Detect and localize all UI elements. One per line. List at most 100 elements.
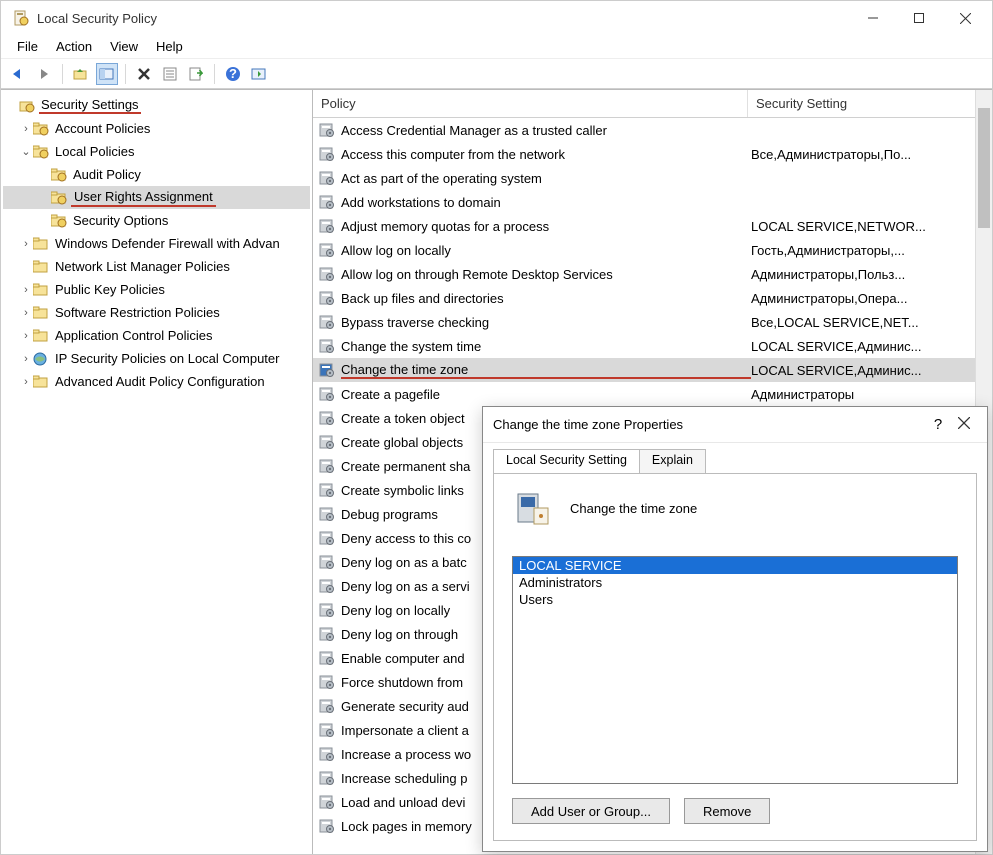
help-button[interactable]: ? [222, 63, 244, 85]
menu-help[interactable]: Help [148, 37, 191, 56]
column-policy[interactable]: Policy [313, 92, 747, 115]
menu-file[interactable]: File [9, 37, 46, 56]
tree-item-label: Advanced Audit Policy Configuration [53, 374, 267, 389]
chevron-right-icon[interactable]: › [19, 284, 33, 296]
policy-icon [319, 194, 335, 210]
tab-local-security-setting[interactable]: Local Security Setting [493, 449, 640, 473]
policy-row[interactable]: Back up files and directoriesАдминистрат… [313, 286, 992, 310]
forward-button[interactable] [33, 63, 55, 85]
chevron-right-icon[interactable]: › [19, 353, 33, 365]
delete-button[interactable] [133, 63, 155, 85]
policy-setting: LOCAL SERVICE,NETWOR... [751, 219, 992, 234]
tree-item[interactable]: Network List Manager Policies [3, 255, 310, 278]
chevron-right-icon[interactable]: › [19, 238, 33, 250]
tree-root[interactable]: Security Settings [3, 94, 310, 117]
up-button[interactable] [70, 63, 92, 85]
tree-item-label: Local Policies [53, 144, 137, 159]
titlebar: Local Security Policy [1, 1, 992, 35]
member-item[interactable]: Users [513, 591, 957, 608]
minimize-button[interactable] [850, 3, 896, 33]
policy-icon [319, 266, 335, 282]
back-button[interactable] [7, 63, 29, 85]
tree-item[interactable]: ›Account Policies [3, 117, 310, 140]
policy-name: Allow log on through Remote Desktop Serv… [341, 267, 751, 282]
policy-icon [319, 674, 335, 690]
tree-item[interactable]: ⌄ Local Policies [3, 140, 310, 163]
tree-item[interactable]: ›IP Security Policies on Local Computer [3, 347, 310, 370]
list-header: Policy Security Setting [313, 90, 992, 118]
scrollbar-thumb[interactable] [978, 108, 990, 228]
chevron-down-icon[interactable]: ⌄ [19, 145, 33, 158]
menubar: File Action View Help [1, 35, 992, 59]
folder-icon [33, 260, 49, 274]
show-hide-tree-button[interactable] [96, 63, 118, 85]
tree-item[interactable]: › Software Restriction Policies [3, 301, 310, 324]
shield-icon [19, 99, 35, 113]
add-user-or-group-button[interactable]: Add User or Group... [512, 798, 670, 824]
policy-row[interactable]: Change the system timeLOCAL SERVICE,Адми… [313, 334, 992, 358]
close-button[interactable] [942, 3, 988, 33]
policy-icon [319, 626, 335, 642]
tree-item[interactable]: Audit Policy [3, 163, 310, 186]
column-setting[interactable]: Security Setting [748, 92, 992, 115]
tree-pane[interactable]: Security Settings ›Account Policies ⌄ Loca… [1, 90, 313, 854]
policy-name: Allow log on locally [341, 243, 751, 258]
maximize-button[interactable] [896, 3, 942, 33]
tree-item[interactable]: › Application Control Policies [3, 324, 310, 347]
policy-icon [319, 458, 335, 474]
policy-row[interactable]: Allow log on through Remote Desktop Serv… [313, 262, 992, 286]
tree-item[interactable]: ›Windows Defender Firewall with Advan [3, 232, 310, 255]
folder-icon [33, 145, 49, 159]
policy-setting: Все,Администраторы,По... [751, 147, 992, 162]
policy-icon [319, 338, 335, 354]
export-button[interactable] [185, 63, 207, 85]
policy-row[interactable]: Adjust memory quotas for a processLOCAL … [313, 214, 992, 238]
policy-row[interactable]: Act as part of the operating system [313, 166, 992, 190]
refresh-button[interactable] [248, 63, 270, 85]
chevron-right-icon[interactable]: › [19, 123, 33, 135]
policy-icon [319, 410, 335, 426]
policy-row[interactable]: Allow log on locallyГость,Администраторы… [313, 238, 992, 262]
tab-page: Change the time zone LOCAL SERVICEAdmini… [493, 473, 977, 841]
policy-name: Access this computer from the network [341, 147, 751, 162]
menu-view[interactable]: View [102, 37, 146, 56]
tree-item[interactable]: ›Public Key Policies [3, 278, 310, 301]
tree-item[interactable]: › Advanced Audit Policy Configuration [3, 370, 310, 393]
policy-name: Change the time zone [341, 362, 751, 379]
dialog-close-button[interactable] [951, 417, 977, 432]
policy-row[interactable]: Bypass traverse checkingВсе,LOCAL SERVIC… [313, 310, 992, 334]
remove-button[interactable]: Remove [684, 798, 770, 824]
tree-item[interactable]: Security Options [3, 209, 310, 232]
dialog-help-button[interactable]: ? [925, 416, 951, 433]
chevron-right-icon[interactable]: › [19, 376, 33, 388]
tree-item-label: Application Control Policies [53, 328, 215, 343]
member-item[interactable]: Administrators [513, 574, 957, 591]
policy-row[interactable]: Access this computer from the networkВсе… [313, 142, 992, 166]
tree-item[interactable]: User Rights Assignment [3, 186, 310, 209]
policy-row[interactable]: Create a pagefileАдминистраторы [313, 382, 992, 406]
folder-icon [33, 375, 49, 389]
policy-icon [319, 794, 335, 810]
policy-row[interactable]: Change the time zoneLOCAL SERVICE,Админи… [313, 358, 992, 382]
tab-explain[interactable]: Explain [639, 449, 706, 473]
policy-row[interactable]: Add workstations to domain [313, 190, 992, 214]
dialog-heading: Change the time zone [570, 501, 697, 516]
policy-name: Bypass traverse checking [341, 315, 751, 330]
policy-icon [319, 242, 335, 258]
folder-icon [33, 329, 49, 343]
tree-item-label: Audit Policy [71, 167, 143, 182]
tree-item-label: Network List Manager Policies [53, 259, 232, 274]
dialog-tabs: Local Security Setting Explain [493, 449, 977, 473]
chevron-right-icon[interactable]: › [19, 307, 33, 319]
window-title: Local Security Policy [37, 11, 157, 26]
member-item[interactable]: LOCAL SERVICE [513, 557, 957, 574]
policy-icon [319, 650, 335, 666]
properties-button[interactable] [159, 63, 181, 85]
policy-icon [319, 530, 335, 546]
policy-row[interactable]: Access Credential Manager as a trusted c… [313, 118, 992, 142]
chevron-right-icon[interactable]: › [19, 330, 33, 342]
tree-item-label: Software Restriction Policies [53, 305, 222, 320]
menu-action[interactable]: Action [48, 37, 100, 56]
members-listbox[interactable]: LOCAL SERVICEAdministratorsUsers [512, 556, 958, 784]
folder-icon [33, 283, 49, 297]
